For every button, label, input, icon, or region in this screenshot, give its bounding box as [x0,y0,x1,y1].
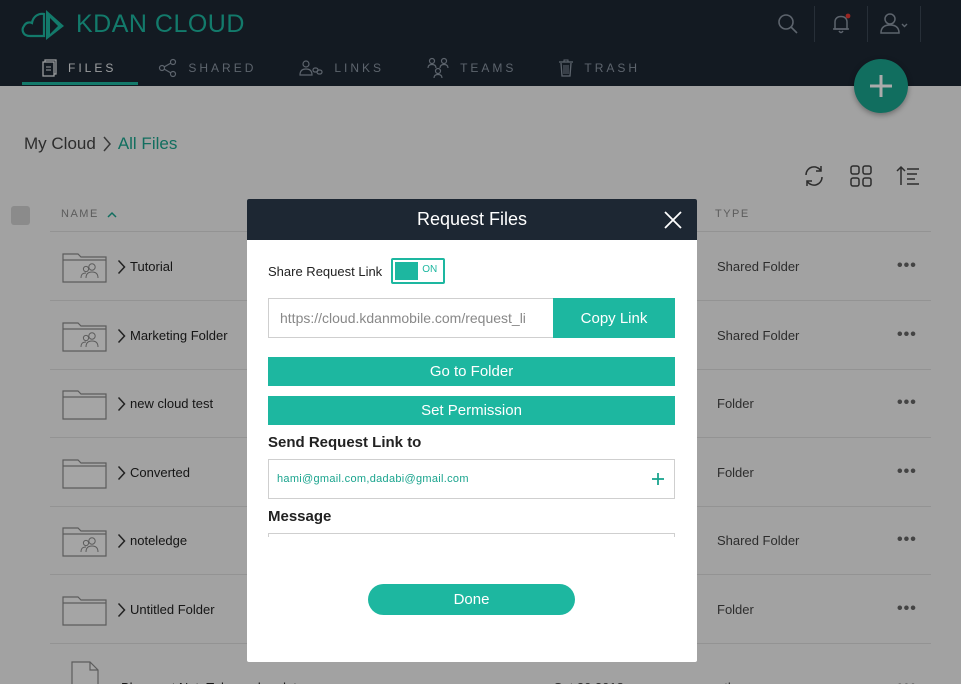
done-button[interactable]: Done [368,584,575,615]
request-link-row: Copy Link [268,298,675,338]
share-link-row: Share Request Link ON [268,258,446,284]
send-link-label: Send Request Link to [268,434,422,451]
request-files-dialog: Request Files Share Request Link ON Copy… [247,199,697,662]
dialog-title: Request Files [416,209,528,229]
message-textarea[interactable] [268,533,675,537]
set-permission-button[interactable]: Set Permission [268,396,675,425]
recipient-email-value: hami@gmail.com,dadabi@gmail.com [277,473,469,485]
toggle-state-label: ON [422,264,438,275]
go-to-folder-button[interactable]: Go to Folder [268,357,675,386]
message-label: Message [268,508,332,525]
copy-link-button[interactable]: Copy Link [553,298,675,338]
share-link-label: Share Request Link [268,263,383,279]
recipient-email-field[interactable]: hami@gmail.com,dadabi@gmail.com [268,459,675,499]
dialog-header: Request Files [247,199,697,240]
share-link-toggle[interactable]: ON [391,258,446,284]
request-link-input[interactable] [268,298,553,338]
add-recipient-icon[interactable] [650,471,666,487]
close-icon[interactable] [664,211,682,229]
